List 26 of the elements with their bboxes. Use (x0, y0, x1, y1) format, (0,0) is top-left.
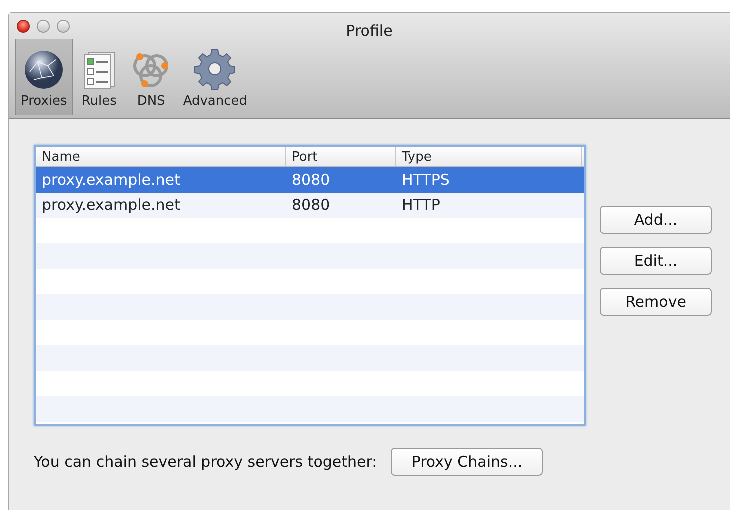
table-cell-text: HTTP (401, 195, 442, 216)
globe-icon (24, 50, 64, 90)
gear-icon (194, 48, 236, 90)
table-cell-text: HTTPS (401, 170, 451, 190)
zoom-button[interactable] (57, 20, 70, 33)
table-cell-text: proxy.example.net (41, 195, 182, 216)
toolbar-tab[interactable]: DNS (125, 39, 178, 115)
table-cell-text: 8080 (291, 195, 332, 216)
column-header[interactable]: Port (286, 147, 396, 166)
action-button[interactable]: Edit... (600, 247, 712, 275)
minimize-button[interactable] (37, 20, 50, 33)
window-title: Profile (346, 22, 393, 40)
table-cell-text: 8080 (291, 170, 332, 190)
table-row[interactable]: proxy.example.net 8080 HTTPS (36, 167, 584, 192)
column-header[interactable]: Type (396, 147, 582, 166)
toolbar-tab[interactable]: Rules (73, 39, 126, 115)
table-cell-text: proxy.example.net (41, 170, 182, 190)
close-button[interactable] (17, 20, 30, 33)
table-row[interactable]: proxy.example.net 8080 HTTP (36, 192, 584, 218)
proxy-chains-button[interactable]: Proxy Chains... (391, 448, 544, 476)
action-button[interactable]: Remove (600, 288, 712, 316)
chain-hint: You can chain several proxy servers together: (34, 452, 378, 473)
toolbar-tab[interactable]: Advanced (177, 39, 254, 115)
toolbar-tab[interactable]: Proxies (15, 39, 74, 115)
action-button[interactable]: Add... (600, 206, 712, 234)
column-header[interactable]: Name (36, 147, 286, 166)
